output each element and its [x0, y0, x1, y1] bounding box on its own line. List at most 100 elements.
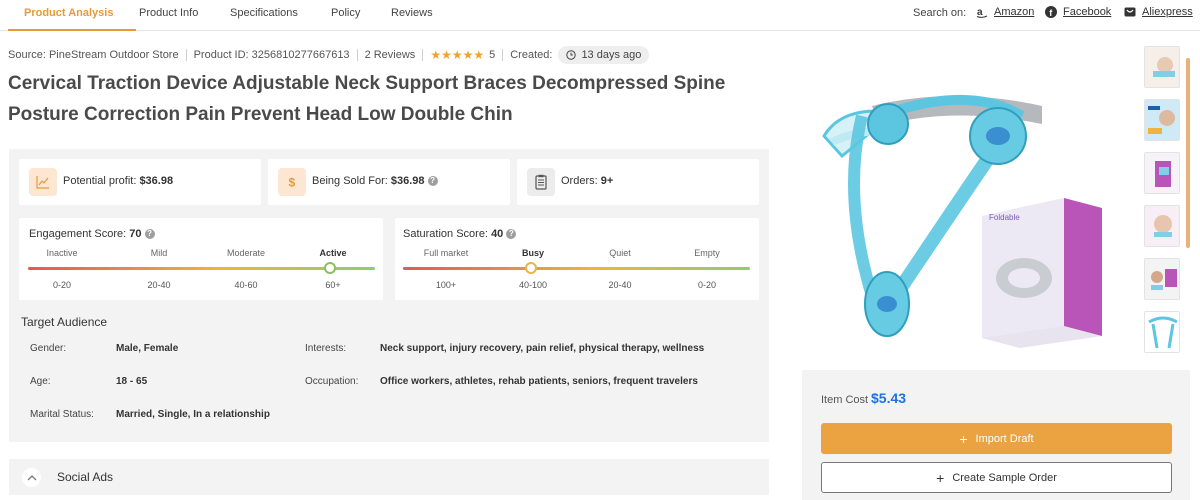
engagement-level: Moderate: [226, 248, 266, 258]
occupation-label: Occupation:: [305, 376, 359, 387]
clipboard-icon: [527, 168, 555, 196]
svg-text:$: $: [289, 176, 296, 190]
import-draft-button[interactable]: + Import Draft: [821, 423, 1172, 454]
analysis-panel: Potential profit: $36.98 $ Being Sold Fo…: [9, 149, 769, 442]
created-value: 13 days ago: [581, 49, 642, 61]
create-sample-order-label: Create Sample Order: [952, 471, 1057, 484]
plus-icon: +: [959, 430, 968, 447]
plus-icon: +: [936, 469, 945, 486]
engagement-range: 20-40: [147, 280, 171, 290]
being-sold-for: Being Sold For: $36.98?: [312, 175, 438, 187]
tab-product-analysis[interactable]: Product Analysis: [24, 7, 113, 19]
create-sample-order-button[interactable]: + Create Sample Order: [821, 462, 1172, 493]
saturation-scale-bar: [403, 267, 750, 270]
divider: [422, 49, 424, 61]
product-title: Cervical Traction Device Adjustable Neck…: [8, 73, 726, 125]
aliexpress-link-label: Aliexpress: [1142, 6, 1193, 18]
chart-icon: [29, 168, 57, 196]
engagement-score-label: Engagement Score:: [29, 228, 127, 240]
divider: [356, 49, 358, 61]
target-audience-heading: Target Audience: [21, 315, 108, 329]
created-badge: 13 days ago: [558, 46, 650, 64]
orders-label: Orders:: [561, 175, 598, 187]
saturation-range: 20-40: [608, 280, 632, 290]
thumbnail-strip: [1144, 46, 1184, 364]
thumbnail-scrollbar[interactable]: [1186, 58, 1190, 248]
engagement-level: Active: [319, 248, 347, 258]
engagement-scale-marker: [323, 262, 336, 274]
engagement-range: 60+: [325, 280, 341, 290]
divider: [502, 49, 504, 61]
created-label: Created:: [510, 49, 553, 61]
saturation-level: Busy: [521, 248, 545, 258]
divider: [185, 49, 187, 61]
purchase-box: Item Cost $5.43 + Import Draft + Create …: [802, 370, 1190, 500]
aliexpress-icon: [1124, 7, 1136, 17]
import-draft-label: Import Draft: [975, 432, 1034, 445]
tab-reviews[interactable]: Reviews: [391, 7, 433, 19]
engagement-score-value: 70: [129, 228, 142, 240]
facebook-link-label: Facebook: [1063, 6, 1112, 18]
help-icon[interactable]: ?: [506, 229, 517, 240]
tab-product-info[interactable]: Product Info: [139, 7, 198, 19]
engagement-range: 40-60: [234, 280, 258, 290]
age-value: 18 - 65: [116, 376, 148, 387]
saturation-range: 40-100: [518, 280, 548, 290]
saturation-level: Full market: [423, 248, 469, 258]
tab-specifications[interactable]: Specifications: [230, 7, 298, 19]
social-ads-section[interactable]: Social Ads: [9, 459, 769, 495]
saturation-score: Saturation Score: 40?: [403, 228, 517, 240]
item-cost-value: $5.43: [871, 390, 907, 406]
marital-status-value: Married, Single, In a relationship: [116, 409, 270, 420]
thumbnail-image[interactable]: [1144, 99, 1180, 141]
saturation-score-label: Saturation Score:: [403, 228, 488, 240]
gender-value: Male, Female: [116, 343, 179, 354]
box-label: Foldable: [989, 213, 1020, 222]
source-store[interactable]: Source: PineStream Outdoor Store: [8, 49, 179, 61]
search-on-label: Search on:: [913, 7, 967, 19]
chevron-up-icon[interactable]: [22, 468, 41, 487]
occupation-value: Office workers, athletes, rehab patients…: [380, 376, 698, 387]
product-id: Product ID: 3256810277667613: [193, 49, 350, 61]
saturation-range: 100+: [435, 280, 457, 290]
clock-icon: [566, 50, 577, 60]
aliexpress-link[interactable]: Aliexpress: [1124, 6, 1193, 18]
orders-value: 9+: [600, 175, 614, 187]
saturation-score-value: 40: [491, 228, 504, 240]
interests-value: Neck support, injury recovery, pain reli…: [380, 343, 705, 354]
help-icon[interactable]: ?: [427, 176, 438, 187]
orders: Orders: 9+: [561, 175, 613, 187]
facebook-link[interactable]: f Facebook: [1045, 6, 1111, 18]
orders-card: Orders: 9+: [517, 159, 759, 205]
gender-label: Gender:: [30, 343, 67, 354]
engagement-score: Engagement Score: 70?: [29, 228, 155, 240]
amazon-icon: a: [976, 7, 988, 18]
engagement-range: 0-20: [52, 280, 72, 290]
engagement-score-card: Engagement Score: 70? Inactive Mild Mode…: [19, 218, 383, 300]
help-icon[interactable]: ?: [144, 229, 155, 240]
being-sold-for-card: $ Being Sold For: $36.98?: [268, 159, 510, 205]
potential-profit: Potential profit: $36.98: [63, 175, 173, 187]
rating-stars-icon: ★★★★★: [430, 48, 485, 62]
tab-policy[interactable]: Policy: [331, 7, 360, 19]
thumbnail-image[interactable]: [1144, 258, 1180, 300]
product-meta-row: Source: PineStream Outdoor Store Product…: [8, 45, 650, 65]
thumbnail-image[interactable]: [1144, 311, 1180, 353]
engagement-level: Mild: [150, 248, 168, 258]
saturation-score-card: Saturation Score: 40? Full market Busy Q…: [395, 218, 759, 300]
being-sold-for-label: Being Sold For:: [312, 175, 388, 187]
saturation-level: Empty: [694, 248, 720, 258]
product-main-image[interactable]: Foldable: [802, 46, 1140, 366]
potential-profit-value: $36.98: [139, 175, 174, 187]
review-count[interactable]: 2 Reviews: [365, 49, 416, 61]
dollar-icon: $: [278, 168, 306, 196]
interests-label: Interests:: [305, 343, 347, 354]
thumbnail-image[interactable]: [1144, 205, 1180, 247]
thumbnail-image[interactable]: [1144, 152, 1180, 194]
active-tab-indicator: [8, 29, 136, 31]
amazon-link-label: Amazon: [994, 6, 1035, 18]
amazon-link[interactable]: a Amazon: [976, 6, 1034, 18]
thumbnail-image[interactable]: [1144, 46, 1180, 88]
potential-profit-card: Potential profit: $36.98: [19, 159, 261, 205]
top-nav: Product Analysis Product Info Specificat…: [0, 0, 1200, 31]
